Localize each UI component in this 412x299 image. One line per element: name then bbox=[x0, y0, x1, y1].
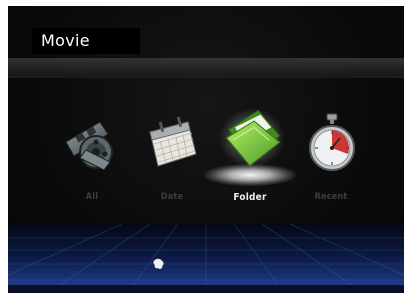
media-browser-screen: Movie All Date Folder Recent bbox=[8, 6, 404, 293]
stopwatch-icon[interactable] bbox=[300, 110, 364, 174]
floor-grid bbox=[8, 224, 404, 293]
category-label-all[interactable]: All bbox=[57, 192, 127, 202]
page-title: Movie bbox=[32, 28, 140, 54]
pointer-cursor-icon bbox=[152, 256, 166, 270]
folder-icon[interactable] bbox=[218, 104, 286, 172]
header-bar bbox=[8, 58, 404, 76]
film-reel-icon[interactable] bbox=[60, 112, 124, 176]
category-label-recent[interactable]: Recent bbox=[296, 192, 366, 202]
category-label-folder[interactable]: Folder bbox=[215, 192, 285, 203]
calendar-icon[interactable] bbox=[140, 110, 204, 174]
category-label-date[interactable]: Date bbox=[137, 192, 207, 202]
bottom-bar bbox=[8, 285, 404, 293]
header-divider bbox=[8, 76, 404, 78]
